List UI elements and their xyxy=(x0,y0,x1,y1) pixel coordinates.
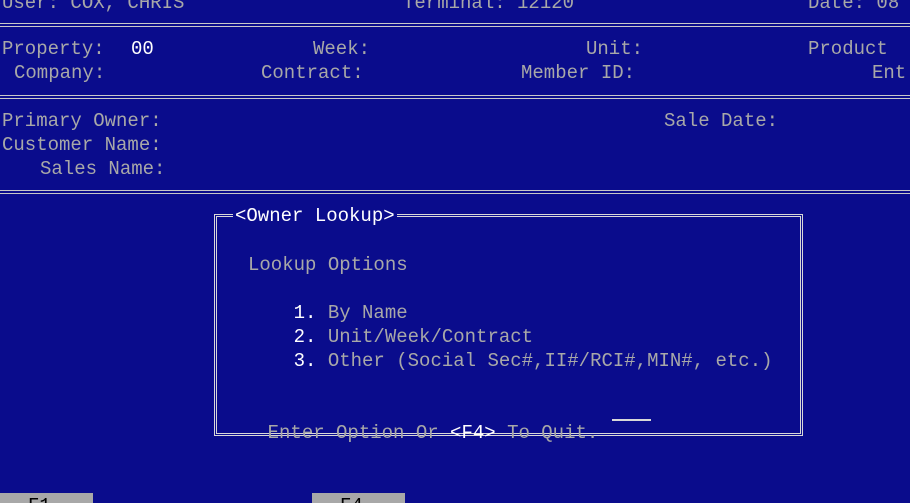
ent-label: Ent xyxy=(872,62,907,84)
option-input-cursor[interactable] xyxy=(612,419,651,421)
info-divider xyxy=(0,95,910,99)
owner-divider xyxy=(0,190,910,194)
sales-name-label: Sales Name: xyxy=(40,158,166,180)
customer-name-label: Customer Name: xyxy=(2,134,162,156)
company-label: Company: xyxy=(14,62,106,84)
date-label: Date: 08 xyxy=(808,0,900,14)
sale-date-label: Sale Date: xyxy=(664,110,779,132)
option-label: Other (Social Sec#,II#/RCI#,MIN#, etc.) xyxy=(327,350,773,372)
property-value: 00 xyxy=(131,38,154,60)
product-label: Product xyxy=(808,38,888,60)
unit-label: Unit: xyxy=(586,38,644,60)
week-label: Week: xyxy=(313,38,371,60)
contract-label: Contract: xyxy=(261,62,364,84)
f1-key-label: F1 xyxy=(28,494,51,503)
primary-owner-label: Primary Owner: xyxy=(2,110,162,132)
lookup-options-heading: Lookup Options xyxy=(248,254,408,276)
owner-lookup-title: <Owner Lookup> xyxy=(233,204,397,228)
f4-key-hint: <F4> xyxy=(450,422,496,444)
terminal-label: Terminal: 12120 xyxy=(403,0,575,14)
user-label: User: COX, CHRIS xyxy=(2,0,185,14)
terminal-screen: User: COX, CHRIS Terminal: 12120 Date: 0… xyxy=(0,0,910,503)
f1-key[interactable]: F1 xyxy=(0,493,93,503)
member-id-label: Member ID: xyxy=(521,62,636,84)
prompt-prefix: Enter Option Or xyxy=(267,422,439,444)
property-label: Property: xyxy=(2,38,105,60)
f4-key[interactable]: F4 xyxy=(312,493,405,503)
option-number: 3. xyxy=(293,350,317,372)
prompt-suffix: To Quit. xyxy=(507,422,599,444)
lookup-prompt: Enter Option Or <F4> To Quit. xyxy=(222,397,599,469)
header-divider xyxy=(0,23,910,27)
lookup-option-3[interactable]: 3. Other (Social Sec#,II#/RCI#,MIN#, etc… xyxy=(248,325,773,397)
f4-key-label: F4 xyxy=(340,494,363,503)
